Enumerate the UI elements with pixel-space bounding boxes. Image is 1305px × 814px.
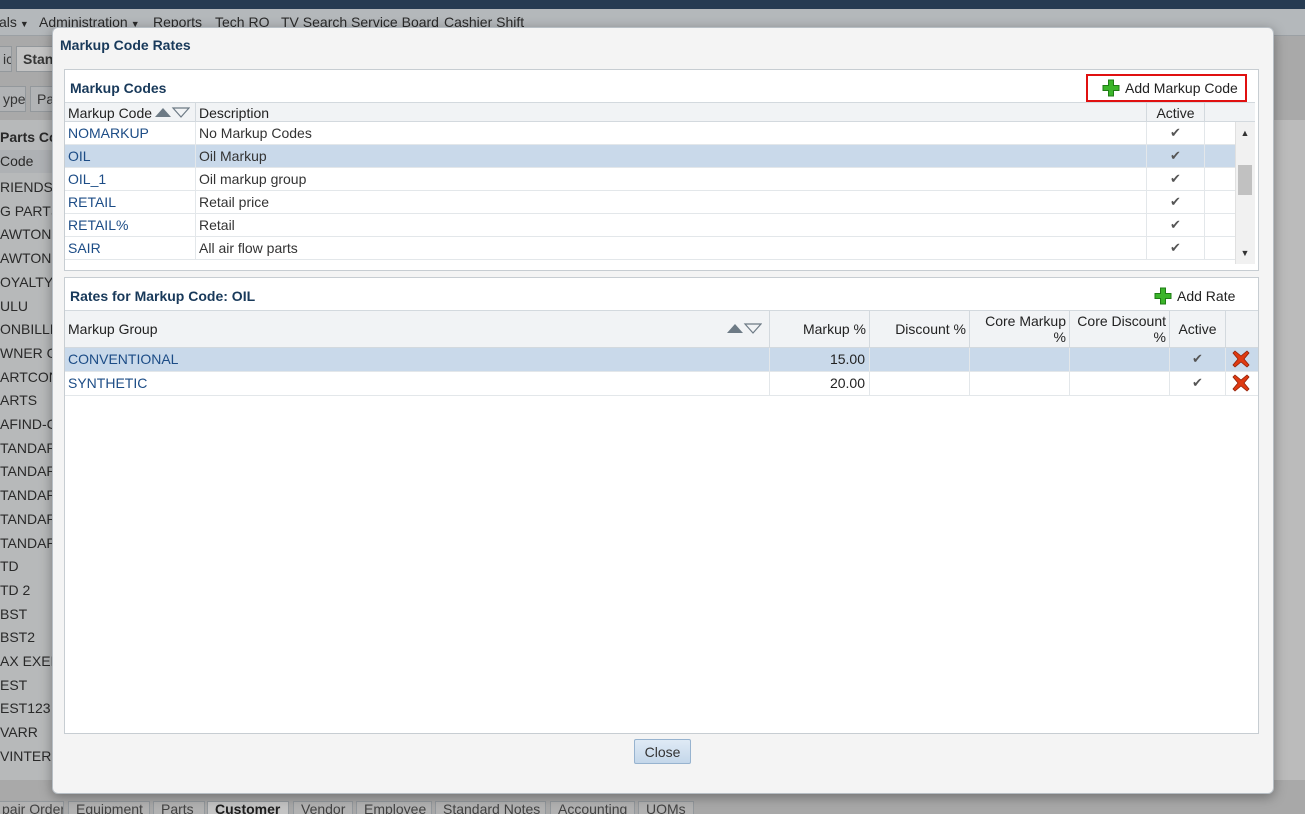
scroll-up-arrow-icon[interactable]: ▲: [1236, 124, 1254, 142]
core-discount-percent-cell[interactable]: [1070, 372, 1170, 395]
checkmark-icon: ✔: [1147, 237, 1205, 259]
description-cell: Retail: [196, 214, 1147, 236]
delete-x-icon[interactable]: [1232, 350, 1250, 368]
core-discount-percent-cell[interactable]: [1070, 348, 1170, 371]
rates-panel: Rates for Markup Code: OIL Add Rate Mark…: [64, 277, 1259, 734]
close-button[interactable]: Close: [634, 739, 691, 764]
markup-code-cell[interactable]: NOMARKUP: [65, 122, 196, 144]
markup-codes-header: Markup Code Description Active: [65, 102, 1255, 122]
checkmark-icon: ✔: [1170, 372, 1226, 395]
row-spacer: [1205, 168, 1235, 190]
column-header-spacer: [1205, 103, 1235, 121]
rate-row[interactable]: SYNTHETIC 20.00 ✔: [65, 372, 1258, 396]
checkmark-icon: ✔: [1147, 145, 1205, 167]
column-header-delete: [1226, 311, 1258, 347]
markup-code-cell[interactable]: RETAIL: [65, 191, 196, 213]
column-header-active[interactable]: Active: [1170, 311, 1226, 347]
add-rate-label: Add Rate: [1177, 288, 1236, 304]
column-header-markup-code[interactable]: Markup Code: [65, 103, 196, 121]
row-spacer: [1205, 122, 1235, 144]
discount-percent-cell[interactable]: [870, 348, 970, 371]
markup-code-row[interactable]: OIL Oil Markup ✔: [65, 145, 1235, 168]
markup-code-row[interactable]: RETAIL% Retail ✔: [65, 214, 1235, 237]
row-spacer: [1205, 145, 1235, 167]
description-cell: No Markup Codes: [196, 122, 1147, 144]
checkmark-icon: ✔: [1147, 191, 1205, 213]
rates-header: Markup Group Markup % Discount % Core Ma…: [65, 310, 1258, 348]
checkmark-icon: ✔: [1170, 348, 1226, 371]
markup-code-cell[interactable]: SAIR: [65, 237, 196, 259]
dialog-title: Markup Code Rates: [60, 37, 191, 53]
delete-x-icon[interactable]: [1232, 374, 1250, 392]
delete-cell: [1226, 372, 1258, 395]
plus-icon: [1102, 79, 1120, 97]
markup-code-row[interactable]: NOMARKUP No Markup Codes ✔: [65, 122, 1235, 145]
rate-row[interactable]: CONVENTIONAL 15.00 ✔: [65, 348, 1258, 372]
column-header-active[interactable]: Active: [1147, 103, 1205, 121]
plus-icon: [1154, 287, 1172, 305]
markup-codes-table-body: NOMARKUP No Markup Codes ✔ OIL Oil Markup ✔ OI…: [65, 122, 1235, 264]
scroll-down-arrow-icon[interactable]: ▼: [1236, 244, 1254, 262]
checkmark-icon: ✔: [1147, 168, 1205, 190]
column-header-markup-group[interactable]: Markup Group: [65, 311, 770, 347]
column-header-core-discount-percent[interactable]: Core Discount%: [1070, 311, 1170, 347]
column-header-description[interactable]: Description: [196, 103, 1147, 121]
core-markup-percent-cell[interactable]: [970, 372, 1070, 395]
add-markup-code-label: Add Markup Code: [1125, 80, 1238, 96]
markup-code-cell[interactable]: OIL_1: [65, 168, 196, 190]
markup-code-row[interactable]: RETAIL Retail price ✔: [65, 191, 1235, 214]
markup-code-rates-dialog: Markup Code Rates Markup Codes Add Marku…: [52, 27, 1274, 794]
row-spacer: [1205, 191, 1235, 213]
markup-percent-cell[interactable]: 20.00: [770, 372, 870, 395]
row-spacer: [1205, 237, 1235, 259]
markup-percent-cell[interactable]: 15.00: [770, 348, 870, 371]
sort-arrows-icon[interactable]: [726, 323, 762, 334]
markup-code-cell[interactable]: RETAIL%: [65, 214, 196, 236]
description-cell: Oil Markup: [196, 145, 1147, 167]
delete-cell: [1226, 348, 1258, 371]
row-spacer: [1205, 214, 1235, 236]
core-markup-percent-cell[interactable]: [970, 348, 1070, 371]
checkmark-icon: ✔: [1147, 122, 1205, 144]
markup-codes-title: Markup Codes: [70, 80, 167, 96]
description-cell: Oil markup group: [196, 168, 1147, 190]
markup-codes-panel: Markup Codes Add Markup Code Markup Code…: [64, 69, 1259, 271]
markup-group-cell[interactable]: CONVENTIONAL: [65, 348, 770, 371]
scrollbar-thumb[interactable]: [1238, 165, 1252, 196]
markup-group-cell[interactable]: SYNTHETIC: [65, 372, 770, 395]
add-markup-code-button[interactable]: Add Markup Code: [1102, 75, 1238, 101]
column-header-discount-percent[interactable]: Discount %: [870, 311, 970, 347]
sort-arrows-icon[interactable]: [154, 107, 190, 118]
markup-codes-scrollbar[interactable]: ▲ ▼: [1235, 122, 1255, 264]
description-cell: Retail price: [196, 191, 1147, 213]
markup-code-cell[interactable]: OIL: [65, 145, 196, 167]
markup-code-row[interactable]: SAIR All air flow parts ✔: [65, 237, 1235, 260]
column-header-markup-percent[interactable]: Markup %: [770, 311, 870, 347]
checkmark-icon: ✔: [1147, 214, 1205, 236]
description-cell: All air flow parts: [196, 237, 1147, 259]
rates-title: Rates for Markup Code: OIL: [70, 288, 256, 304]
rates-table-body: CONVENTIONAL 15.00 ✔ SYNTHETIC 20.00 ✔: [65, 348, 1258, 728]
discount-percent-cell[interactable]: [870, 372, 970, 395]
markup-code-row[interactable]: OIL_1 Oil markup group ✔: [65, 168, 1235, 191]
column-header-core-markup-percent[interactable]: Core Markup%: [970, 311, 1070, 347]
add-rate-button[interactable]: Add Rate: [1154, 283, 1235, 309]
